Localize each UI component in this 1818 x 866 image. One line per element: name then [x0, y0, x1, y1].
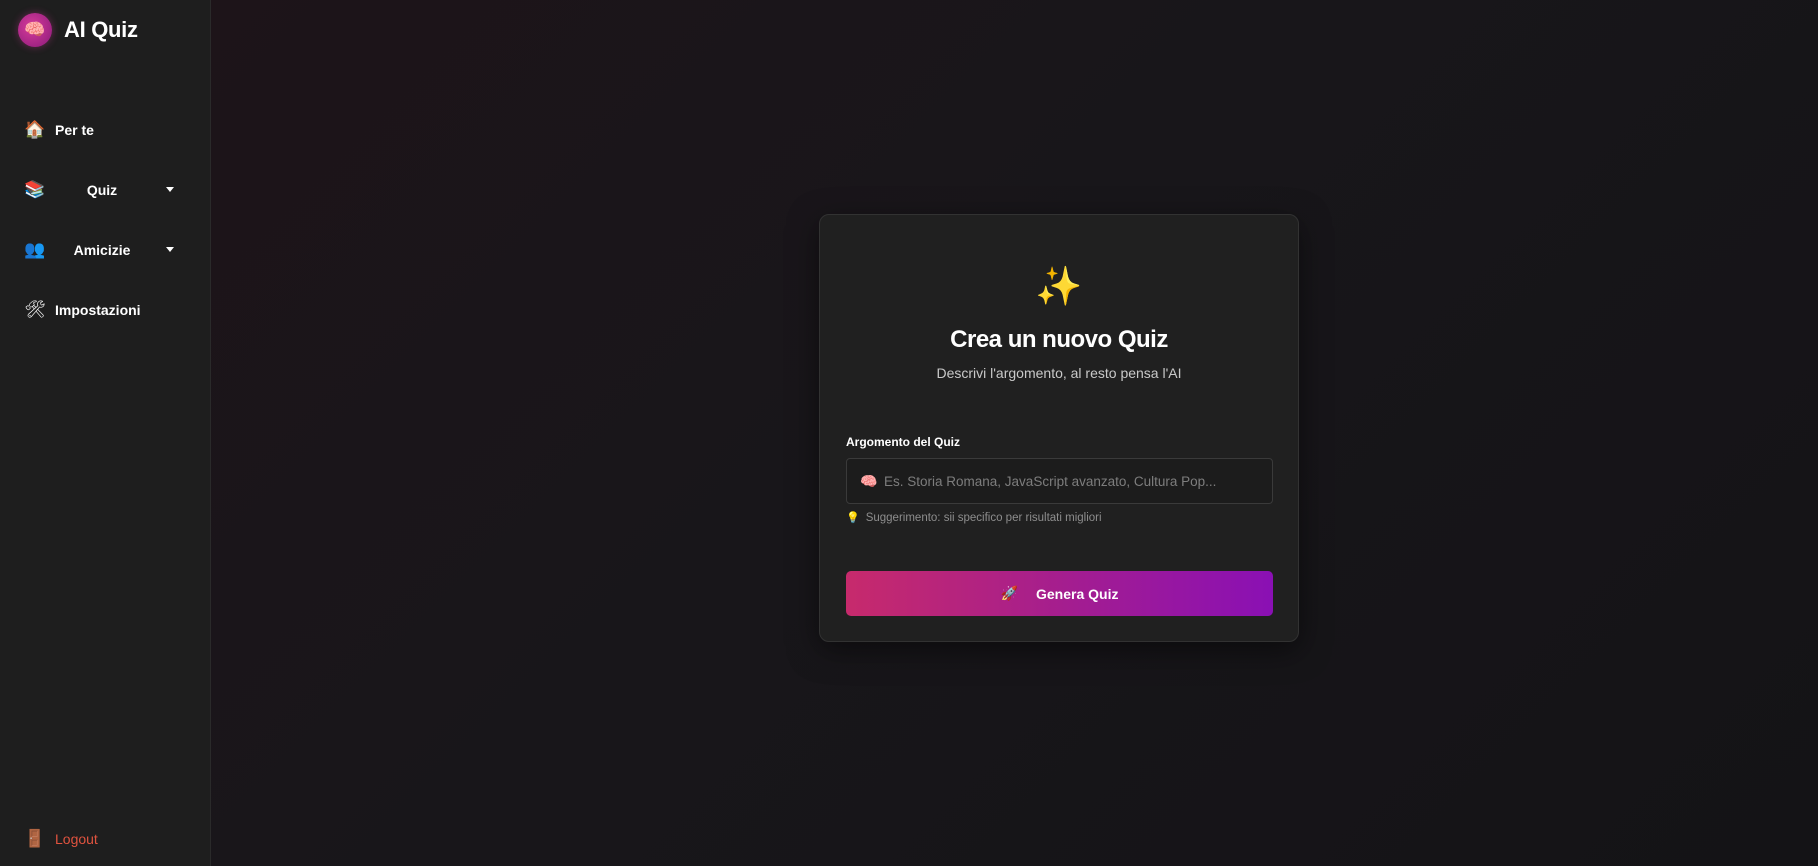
brain-icon: 🧠 — [860, 472, 878, 489]
home-icon: 🏠 — [24, 120, 46, 139]
lightbulb-icon: 💡 — [846, 512, 860, 524]
sidebar-item-label: Impostazioni — [55, 302, 141, 318]
create-quiz-card: ✨ Crea un nuovo Quiz Descrivi l'argoment… — [819, 214, 1299, 642]
app-root: 🧠 AI Quiz 🏠 Per te 📚 Quiz 👥 Amicizie 🛠 I… — [0, 0, 1818, 866]
topic-input[interactable] — [880, 459, 1272, 503]
topic-input-wrapper[interactable]: 🧠 — [846, 458, 1273, 504]
brain-logo-icon: 🧠 — [18, 12, 52, 47]
app-title: AI Quiz — [64, 16, 138, 42]
caret-down-icon[interactable] — [166, 247, 174, 252]
tools-icon: 🛠 — [24, 300, 46, 319]
rocket-icon: 🚀 — [1000, 585, 1018, 601]
sidebar-item-amicizie[interactable]: 👥 Amicizie — [0, 220, 210, 280]
generate-quiz-label: Genera Quiz — [1035, 585, 1119, 602]
brand[interactable]: 🧠 AI Quiz — [0, 0, 210, 50]
sparkles-icon: ✨ — [1035, 266, 1083, 308]
sidebar-item-impostazioni[interactable]: 🛠 Impostazioni — [0, 280, 210, 340]
page-title: Crea un nuovo Quiz — [950, 326, 1168, 353]
sidebar: 🧠 AI Quiz 🏠 Per te 📚 Quiz 👥 Amicizie 🛠 I… — [0, 0, 211, 866]
topic-field-label: Argomento del Quiz — [846, 435, 960, 449]
page-subtitle: Descrivi l'argomento, al resto pensa l'A… — [936, 365, 1182, 381]
sidebar-nav: 🏠 Per te 📚 Quiz 👥 Amicizie 🛠 Impostazion… — [0, 100, 210, 340]
sidebar-item-quiz[interactable]: 📚 Quiz — [0, 160, 210, 220]
sidebar-item-label: Per te — [55, 122, 94, 138]
hint-text: Suggerimento: sii specifico per risultat… — [865, 511, 1102, 524]
logout-button[interactable]: 🚪 Logout — [0, 824, 98, 854]
main-content: ✨ Crea un nuovo Quiz Descrivi l'argoment… — [211, 0, 1818, 866]
sidebar-item-per-te[interactable]: 🏠 Per te — [0, 100, 210, 160]
hint: 💡 Suggerimento: sii specifico per risult… — [846, 511, 1102, 525]
door-icon: 🚪 — [24, 829, 46, 848]
logout-label: Logout — [55, 831, 98, 847]
caret-down-icon[interactable] — [166, 187, 174, 192]
generate-quiz-button[interactable]: 🚀 Genera Quiz — [846, 571, 1273, 616]
